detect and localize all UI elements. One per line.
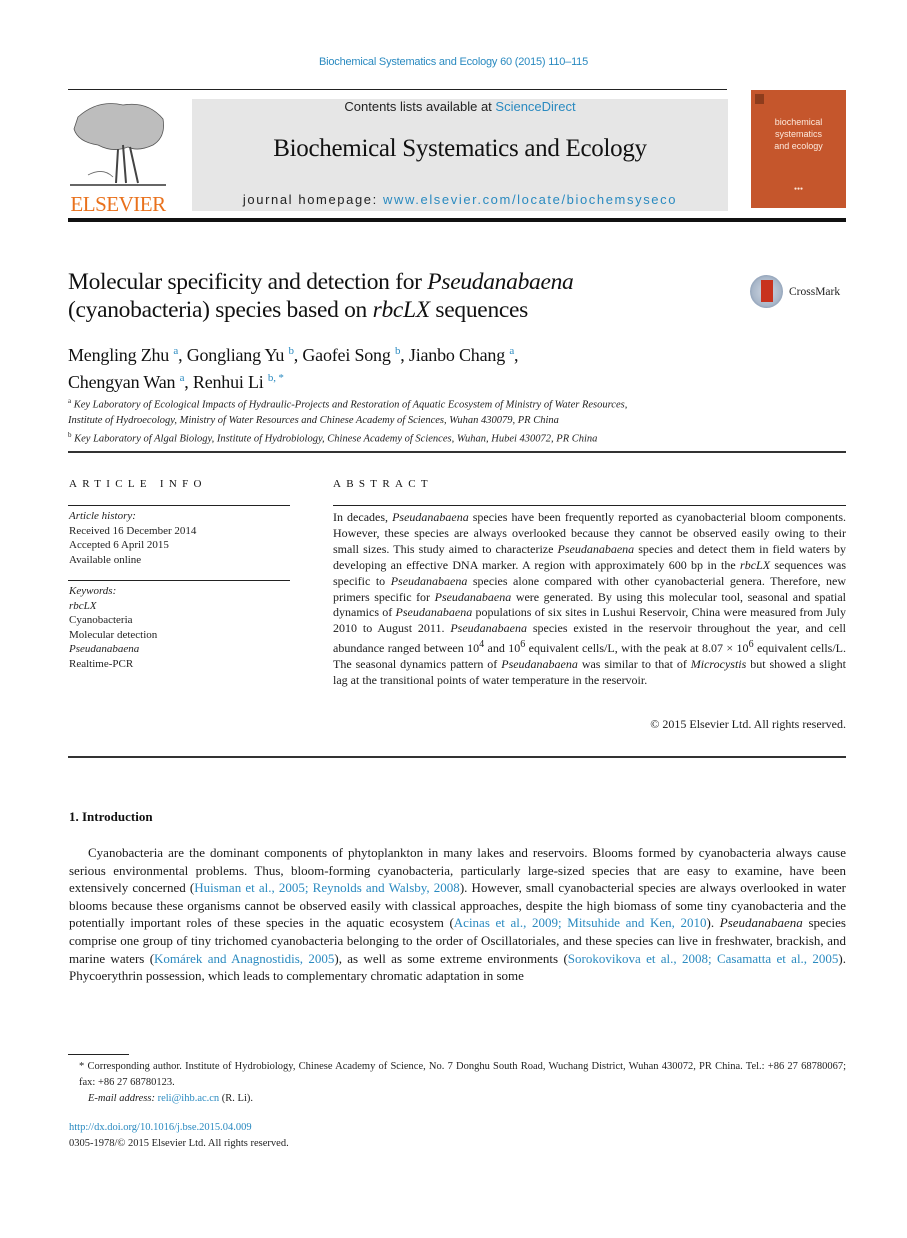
- affiliation-a: a Key Laboratory of Ecological Impacts o…: [68, 397, 628, 426]
- header-thick-rule: [68, 218, 846, 222]
- author[interactable]: Jianbo Chang a: [409, 345, 514, 365]
- footnote-rule: [68, 1054, 129, 1055]
- reference-link[interactable]: Komárek and Anagnostidis, 2005: [154, 951, 334, 966]
- abstract-text: In decades, Pseudanabaena species have b…: [333, 510, 847, 688]
- reference-link[interactable]: Huisman et al., 2005; Reynolds and Walsb…: [194, 880, 460, 895]
- article-title: Molecular specificity and detection for …: [68, 269, 574, 323]
- article-history: Article history: Received 16 December 20…: [69, 510, 197, 566]
- contents-line: Contents lists available at ScienceDirec…: [344, 99, 576, 114]
- crossmark-ribbon-icon: [761, 280, 773, 302]
- elsevier-wordmark: ELSEVIER: [70, 192, 166, 216]
- cover-logo-icon: [755, 94, 764, 104]
- journal-citation-link[interactable]: Biochemical Systematics and Ecology 60 (…: [0, 56, 907, 68]
- reference-link[interactable]: Sorokovikova et al., 2008; Casamatta et …: [568, 951, 839, 966]
- introduction-text: Cyanobacteria are the dominant component…: [69, 845, 846, 984]
- abstract-bottom-rule: [68, 756, 846, 758]
- homepage-link[interactable]: www.elsevier.com/locate/biochemsyseco: [383, 192, 677, 207]
- abstract-heading: ABSTRACT: [333, 478, 433, 490]
- email-link[interactable]: reli@ihb.ac.cn: [158, 1093, 220, 1104]
- keywords-rule: [68, 580, 290, 581]
- abstract-copyright: © 2015 Elsevier Ltd. All rights reserved…: [650, 717, 846, 731]
- sciencedirect-link[interactable]: ScienceDirect: [495, 99, 575, 114]
- journal-homepage: journal homepage: www.elsevier.com/locat…: [242, 192, 678, 207]
- affiliations: a Key Laboratory of Ecological Impacts o…: [68, 394, 848, 446]
- footnote-corresponding: * Corresponding author. Institute of Hyd…: [69, 1059, 846, 1107]
- crossmark-button[interactable]: CrossMark: [750, 275, 846, 313]
- keyword: Molecular detection: [69, 628, 158, 641]
- cover-sciencedirect-icon: ●●●: [793, 187, 804, 192]
- article-info-heading: ARTICLE INFO: [69, 478, 207, 490]
- abstract-rule: [333, 505, 846, 506]
- journal-cover-thumbnail[interactable]: biochemical systematics and ecology ●●●: [751, 90, 846, 208]
- email-line: E-mail address: reli@ihb.ac.cn (R. Li).: [88, 1093, 253, 1104]
- author-list: Mengling Zhu a, Gongliang Yu b, Gaofei S…: [68, 345, 519, 392]
- affiliation-b: b Key Laboratory of Algal Biology, Insti…: [68, 430, 598, 445]
- cover-title: biochemical systematics and ecology: [774, 117, 823, 151]
- doi-link[interactable]: http://dx.doi.org/10.1016/j.bse.2015.04.…: [69, 1120, 289, 1136]
- author[interactable]: Gaofei Song b: [302, 345, 400, 365]
- article-info-rule: [68, 505, 290, 506]
- keyword: Realtime-PCR: [69, 657, 134, 670]
- affiliation-link[interactable]: b, *: [268, 372, 284, 384]
- introduction-heading: 1. Introduction: [69, 809, 153, 824]
- header-rule: [68, 89, 727, 90]
- reference-link[interactable]: Acinas et al., 2009; Mitsuhide and Ken, …: [454, 915, 707, 930]
- author[interactable]: Renhui Li b, *: [193, 372, 284, 392]
- author[interactable]: Gongliang Yu b: [187, 345, 294, 365]
- keyword: Cyanobacteria: [69, 614, 133, 626]
- keyword: rbcLX: [69, 599, 97, 612]
- issn-line: 0305-1978/© 2015 Elsevier Ltd. All right…: [69, 1138, 289, 1149]
- section-rule: [68, 451, 846, 453]
- author[interactable]: Mengling Zhu a: [68, 345, 178, 365]
- journal-title: Biochemical Systematics and Ecology: [273, 135, 647, 162]
- keywords: Keywords: rbcLX Cyanobacteria Molecular …: [69, 584, 291, 671]
- author[interactable]: Chengyan Wan a: [68, 372, 184, 392]
- doi-block: http://dx.doi.org/10.1016/j.bse.2015.04.…: [69, 1120, 289, 1152]
- keyword: Pseudanabaena: [69, 643, 140, 655]
- journal-banner: Contents lists available at ScienceDirec…: [192, 99, 728, 211]
